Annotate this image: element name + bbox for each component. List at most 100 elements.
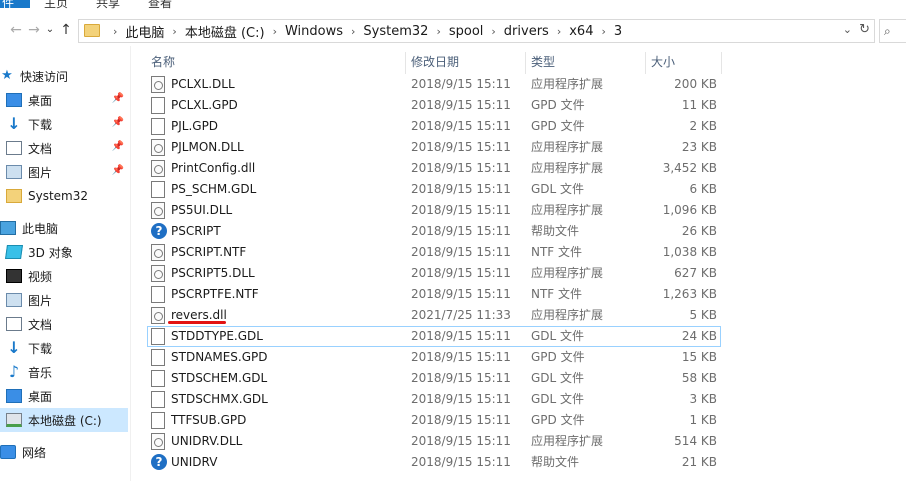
table-row[interactable]: PS5UI.DLL 2018/9/15 15:11 应用程序扩展 1,096 KB	[147, 200, 721, 221]
breadcrumb-local-disk[interactable]: 本地磁盘 (C:)	[185, 22, 265, 41]
table-row[interactable]: STDSCHMX.GDL 2018/9/15 15:11 GDL 文件 3 KB	[147, 389, 721, 410]
table-row[interactable]: STDSCHEM.GDL 2018/9/15 15:11 GDL 文件 58 KB	[147, 368, 721, 389]
sidebar-item-documents-pinned[interactable]: 文档 📌	[0, 136, 128, 160]
sidebar-item-downloads-pinned[interactable]: ↓ 下载 📌	[0, 112, 128, 136]
table-row[interactable]: STDNAMES.GPD 2018/9/15 15:11 GPD 文件 15 KB	[147, 347, 721, 368]
sidebar-divider	[130, 46, 131, 481]
sidebar-item-quick-access[interactable]: ★ 快速访问	[0, 64, 128, 88]
3d-objects-icon	[5, 245, 23, 259]
computer-icon	[0, 221, 16, 235]
sidebar-item-label: 此电脑	[22, 221, 59, 236]
table-row[interactable]: UNIDRV.DLL 2018/9/15 15:11 应用程序扩展 514 KB	[147, 431, 721, 452]
document-icon	[6, 317, 22, 331]
search-input[interactable]: ⌕	[879, 19, 906, 43]
table-row[interactable]: PSCRPTFE.NTF 2018/9/15 15:11 NTF 文件 1,263 K…	[147, 284, 721, 305]
file-name: PJL.GPD	[171, 119, 219, 133]
tab-view[interactable]: 查看	[148, 0, 172, 11]
sidebar-item-label: 网络	[22, 445, 47, 460]
file-icon	[151, 349, 165, 366]
table-row[interactable]: STDDTYPE.GDL 2018/9/15 15:11 GDL 文件 24 KB	[147, 326, 721, 347]
sidebar-item-local-disk[interactable]: 本地磁盘 (C:)	[0, 408, 128, 432]
breadcrumb-spool[interactable]: spool	[449, 24, 484, 39]
file-size: 1,038 KB	[662, 245, 717, 259]
column-divider[interactable]	[525, 52, 526, 74]
sidebar-item-this-pc[interactable]: 此电脑	[0, 216, 128, 240]
file-modified-date: 2018/9/15 15:11	[411, 161, 511, 175]
table-row[interactable]: PCLXL.DLL 2018/9/15 15:11 应用程序扩展 200 KB	[147, 74, 721, 95]
breadcrumb-this-pc[interactable]: 此电脑	[125, 22, 164, 41]
breadcrumb-system32[interactable]: System32	[363, 24, 428, 39]
file-type: NTF 文件	[531, 245, 583, 259]
desktop-icon	[6, 93, 22, 107]
picture-icon	[6, 293, 22, 307]
table-row[interactable]: ? UNIDRV 2018/9/15 15:11 帮助文件 21 KB	[147, 452, 721, 473]
column-header-name[interactable]: 名称	[151, 50, 175, 74]
breadcrumb-x64[interactable]: x64	[569, 24, 593, 39]
table-row[interactable]: PSCRIPT.NTF 2018/9/15 15:11 NTF 文件 1,038 KB	[147, 242, 721, 263]
tab-home[interactable]: 主页	[44, 0, 68, 11]
breadcrumb-drivers[interactable]: drivers	[504, 24, 549, 39]
table-row[interactable]: PS_SCHM.GDL 2018/9/15 15:11 GDL 文件 6 KB	[147, 179, 721, 200]
sidebar-item-documents[interactable]: 文档	[0, 312, 128, 336]
up-arrow-icon[interactable]: ↑	[56, 20, 76, 40]
sidebar-item-label: System32	[28, 189, 89, 203]
file-size: 23 KB	[681, 140, 717, 154]
sidebar-item-label: 桌面	[28, 389, 53, 404]
address-dropdown-icon[interactable]: ⌄	[843, 23, 852, 36]
download-icon: ↓	[7, 338, 21, 357]
sidebar-item-videos[interactable]: 视频	[0, 264, 128, 288]
column-header-size[interactable]: 大小	[651, 50, 675, 74]
column-divider[interactable]	[405, 52, 406, 74]
sidebar-item-3d-objects[interactable]: 3D 对象	[0, 240, 128, 264]
sidebar-item-desktop[interactable]: 桌面	[0, 384, 128, 408]
search-icon: ⌕	[884, 24, 891, 38]
address-bar[interactable]: › 此电脑 › 本地磁盘 (C:) › Windows › System32 ›…	[78, 19, 875, 43]
column-header-modified[interactable]: 修改日期	[411, 50, 459, 74]
sidebar-item-pictures[interactable]: 图片	[0, 288, 128, 312]
drive-icon	[6, 413, 22, 427]
back-icon[interactable]: ←	[6, 20, 26, 40]
file-type: 应用程序扩展	[531, 308, 604, 322]
file-tab[interactable]: 件	[0, 0, 30, 10]
sidebar-item-downloads[interactable]: ↓ 下载	[0, 336, 128, 360]
table-row[interactable]: PrintConfig.dll 2018/9/15 15:11 应用程序扩展 3,45…	[147, 158, 721, 179]
file-modified-date: 2018/9/15 15:11	[411, 434, 511, 448]
file-size: 1 KB	[689, 413, 717, 427]
table-row[interactable]: revers.dll 2021/7/25 11:33 应用程序扩展 5 KB	[147, 305, 721, 326]
file-size: 1,263 KB	[662, 287, 717, 301]
file-type: GDL 文件	[531, 371, 585, 385]
sidebar-item-system32[interactable]: System32	[0, 184, 128, 208]
pin-icon: 📌	[111, 117, 124, 128]
table-row[interactable]: PCLXL.GPD 2018/9/15 15:11 GPD 文件 11 KB	[147, 95, 721, 116]
table-row[interactable]: TTFSUB.GPD 2018/9/15 15:11 GPD 文件 1 KB	[147, 410, 721, 431]
file-name: PSCRIPT	[171, 224, 221, 238]
breadcrumb-3[interactable]: 3	[614, 24, 622, 39]
table-row[interactable]: PJL.GPD 2018/9/15 15:11 GPD 文件 2 KB	[147, 116, 721, 137]
dll-file-icon	[151, 139, 165, 156]
file-name: PCLXL.GPD	[171, 98, 238, 112]
file-name: PSCRPTFE.NTF	[171, 287, 259, 301]
refresh-icon[interactable]: ↻	[859, 22, 870, 37]
file-icon	[151, 370, 165, 387]
file-icon	[151, 97, 165, 114]
table-row[interactable]: PJLMON.DLL 2018/9/15 15:11 应用程序扩展 23 KB	[147, 137, 721, 158]
table-row[interactable]: PSCRIPT5.DLL 2018/9/15 15:11 应用程序扩展 627 KB	[147, 263, 721, 284]
picture-icon	[6, 165, 22, 179]
column-divider[interactable]	[721, 52, 722, 74]
file-name: STDDTYPE.GDL	[171, 329, 263, 343]
sidebar-item-label: 本地磁盘 (C:)	[28, 413, 102, 428]
sidebar-item-pictures-pinned[interactable]: 图片 📌	[0, 160, 128, 184]
sidebar-item-desktop-pinned[interactable]: 桌面 📌	[0, 88, 128, 112]
sidebar-item-music[interactable]: ♪ 音乐	[0, 360, 128, 384]
breadcrumb-windows[interactable]: Windows	[285, 24, 343, 39]
column-divider[interactable]	[645, 52, 646, 74]
folder-icon	[6, 189, 22, 203]
red-underline-annotation	[168, 321, 226, 324]
file-type: 应用程序扩展	[531, 434, 604, 448]
file-type: 应用程序扩展	[531, 266, 604, 280]
tab-share[interactable]: 共享	[96, 0, 120, 11]
sidebar-item-network[interactable]: 网络	[0, 440, 128, 464]
column-header-type[interactable]: 类型	[531, 50, 555, 74]
table-row[interactable]: ? PSCRIPT 2018/9/15 15:11 帮助文件 26 KB	[147, 221, 721, 242]
breadcrumb: › 此电脑 › 本地磁盘 (C:) › Windows › System32 ›…	[105, 20, 622, 42]
